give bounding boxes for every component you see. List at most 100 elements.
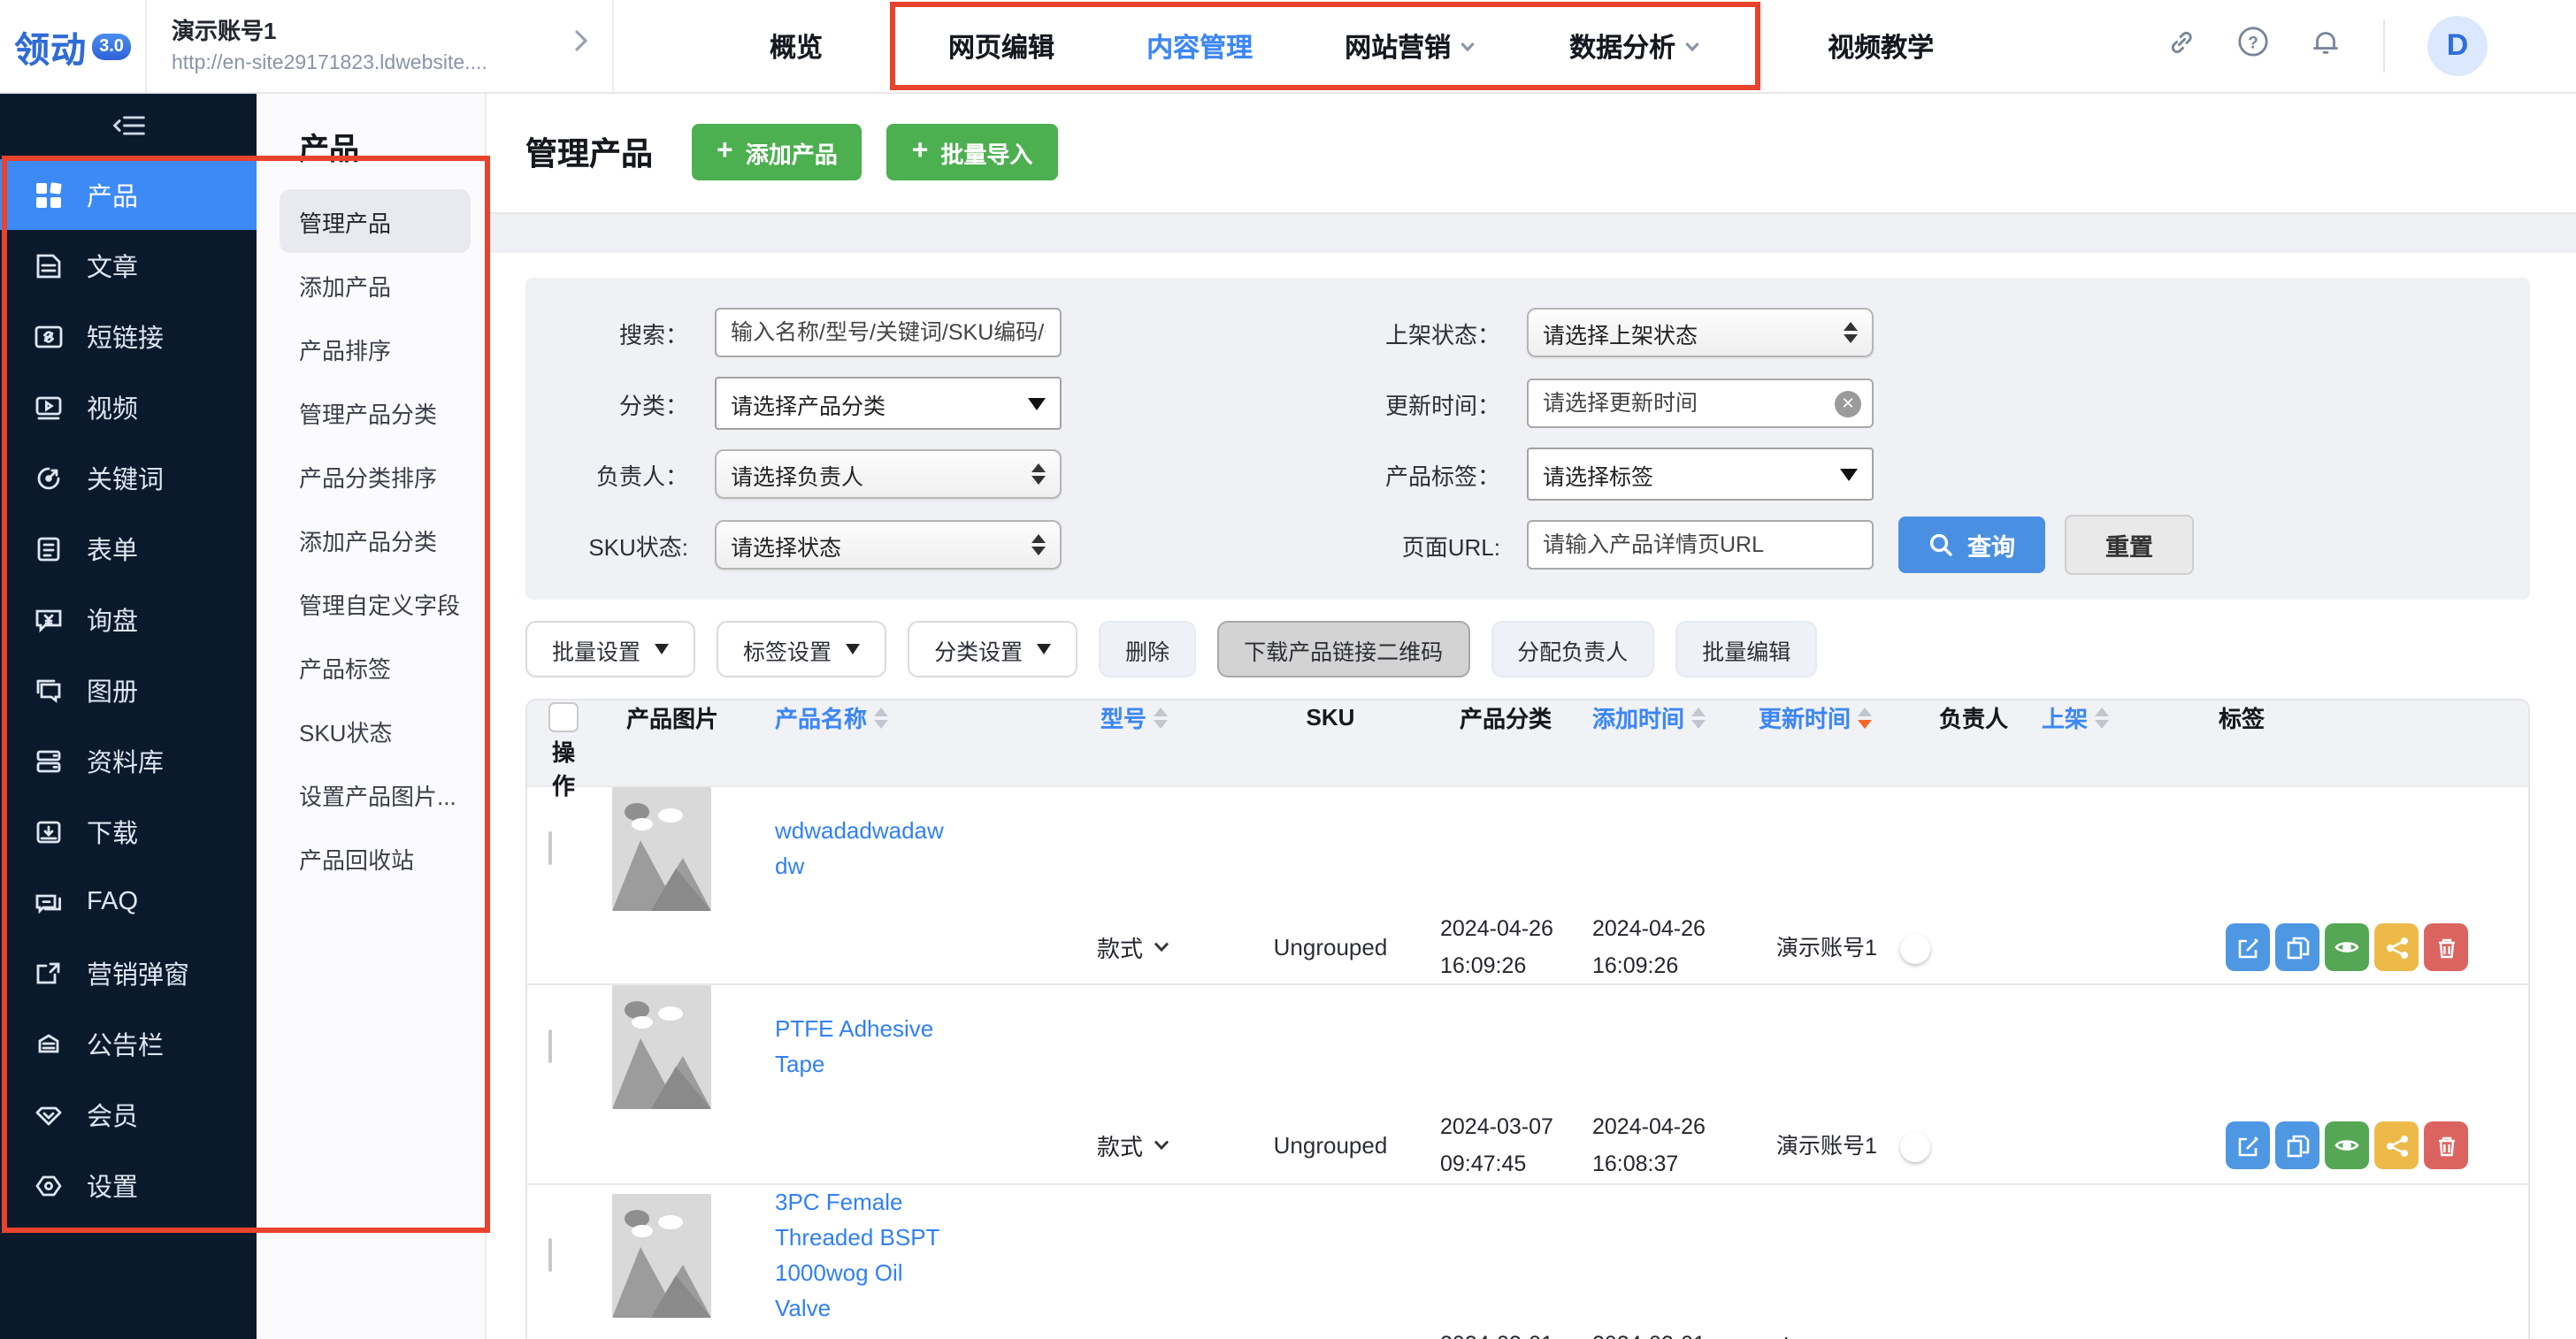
product-image[interactable] — [612, 986, 711, 1110]
copy-button[interactable] — [2275, 1122, 2319, 1170]
account-switcher[interactable]: 演示账号1 http://en-site29171823.ldwebsite..… — [147, 0, 614, 92]
nav-site-marketing[interactable]: 网站营销 — [1299, 27, 1523, 65]
search-input[interactable] — [715, 308, 1062, 357]
sidebar-item-faq[interactable]: FAQ — [0, 867, 257, 937]
share-button[interactable] — [2374, 923, 2419, 971]
updated-clock: 16:09:26 — [1592, 953, 1678, 977]
submenu-item-manage-products[interactable]: 管理产品 — [280, 189, 471, 253]
submenu-item-category-sort[interactable]: 产品分类排序 — [257, 444, 485, 508]
edit-button[interactable] — [2226, 923, 2270, 971]
inquiry-icon — [34, 604, 64, 634]
submenu-item-recycle-bin[interactable]: 产品回收站 — [257, 826, 485, 890]
nav-video-tutorials[interactable]: 视频教学 — [1785, 27, 1976, 65]
product-image[interactable] — [612, 787, 711, 911]
help-icon[interactable]: ? — [2236, 25, 2270, 67]
column-header-shelf[interactable]: 上架 — [2020, 700, 2201, 734]
preview-button[interactable] — [2325, 1122, 2369, 1170]
product-name-link[interactable]: 3PC Female Threaded BSPT 1000wog Oil Val… — [754, 1184, 948, 1327]
sidebar-item-forms[interactable]: 表单 — [0, 513, 257, 584]
column-header-model[interactable]: 型号 — [1037, 700, 1231, 734]
sidebar-item-products[interactable]: 产品 — [0, 159, 257, 230]
submenu-item-manage-categories[interactable]: 管理产品分类 — [257, 380, 485, 444]
edit-button[interactable] — [2226, 1122, 2270, 1170]
table-row: PTFE Adhesive Tape 款式 Ungrouped 2024-03-… — [527, 984, 2528, 1183]
submenu-item-add-category[interactable]: 添加产品分类 — [257, 508, 485, 571]
sidebar-item-label: 下载 — [87, 813, 138, 850]
sidebar-item-marketing-popup[interactable]: 营销弹窗 — [0, 937, 257, 1008]
sidebar-item-library[interactable]: 资料库 — [0, 725, 257, 796]
submenu-item-custom-fields[interactable]: 管理自定义字段 — [257, 571, 485, 635]
row-checkbox[interactable] — [548, 831, 552, 865]
sidebar-item-inquiries[interactable]: 询盘 — [0, 584, 257, 654]
submenu-item-product-tags[interactable]: 产品标签 — [257, 635, 485, 699]
update-time-input[interactable] — [1527, 379, 1874, 428]
select-spinner-icon — [1031, 534, 1046, 555]
reset-button[interactable]: 重置 — [2065, 515, 2194, 575]
shelf-status-value: 请选择上架状态 — [1543, 316, 1698, 349]
batch-settings-label: 批量设置 — [552, 632, 640, 666]
submenu-item-product-sort[interactable]: 产品排序 — [257, 317, 485, 380]
sidebar-item-articles[interactable]: 文章 — [0, 230, 257, 301]
sidebar-item-albums[interactable]: 图册 — [0, 654, 257, 725]
sku-dropdown[interactable]: 款式 — [1037, 1129, 1231, 1163]
category-select[interactable]: 请选择产品分类 — [715, 377, 1062, 430]
bulk-import-button[interactable]: + 批量导入 — [887, 124, 1058, 180]
submenu-item-product-images[interactable]: 设置产品图片... — [257, 762, 485, 826]
bulk-edit-button[interactable]: 批量编辑 — [1675, 621, 1817, 677]
clear-icon[interactable]: ✕ — [1835, 391, 1861, 417]
nav-overview[interactable]: 概览 — [727, 27, 865, 65]
product-tag-select[interactable]: 请选择标签 — [1527, 448, 1874, 501]
faq-icon — [34, 887, 64, 917]
column-header-updated[interactable]: 更新时间 — [1748, 700, 1911, 734]
owner-select[interactable]: 请选择负责人 — [715, 449, 1062, 499]
delete-button[interactable]: 删除 — [1099, 621, 1196, 677]
copy-button[interactable] — [2275, 923, 2319, 971]
sidebar-item-label: 会员 — [87, 1096, 138, 1133]
nav-page-editor[interactable]: 网页编辑 — [902, 27, 1100, 65]
select-all-checkbox[interactable] — [548, 702, 579, 732]
product-name-link[interactable]: wdwadadwadawdw — [754, 814, 948, 885]
sidebar-item-members[interactable]: 会员 — [0, 1079, 257, 1150]
submenu-item-sku-status[interactable]: SKU状态 — [257, 699, 485, 762]
sidebar-item-shortlinks[interactable]: 短链接 — [0, 301, 257, 371]
table-header-row: 产品图片 产品名称 型号 SKU 产品分类 添加时间 — [527, 700, 2528, 785]
row-checkbox[interactable] — [548, 1030, 552, 1064]
delete-row-button[interactable] — [2424, 1122, 2468, 1170]
column-header-name[interactable]: 产品名称 — [754, 700, 1037, 734]
delete-row-button[interactable] — [2424, 923, 2468, 971]
shelf-status-select[interactable]: 请选择上架状态 — [1527, 308, 1874, 357]
content-card: 搜索： 上架状态： 请选择上架状态 分类： — [487, 253, 2576, 1339]
column-header-name-label: 产品名称 — [775, 700, 867, 734]
preview-button[interactable] — [2325, 923, 2369, 971]
add-product-button[interactable]: + 添加产品 — [692, 124, 862, 180]
download-qr-button[interactable]: 下载产品链接二维码 — [1217, 621, 1469, 677]
tag-settings-button[interactable]: 标签设置 — [717, 621, 886, 677]
sidebar-item-settings[interactable]: 设置 — [0, 1150, 257, 1220]
sidebar-item-keywords[interactable]: 关键词 — [0, 442, 257, 513]
app-root: 领动 3.0 演示账号1 http://en-site29171823.ldwe… — [0, 0, 2576, 1339]
sku-status-value: 请选择状态 — [731, 528, 841, 562]
added-time: 2024-03-07 09:47:45 — [1430, 1110, 1582, 1183]
avatar[interactable]: D — [2427, 16, 2488, 76]
row-checkbox[interactable] — [548, 1238, 552, 1272]
batch-settings-button[interactable]: 批量设置 — [525, 621, 695, 677]
page-url-input[interactable] — [1527, 520, 1874, 570]
product-image[interactable] — [612, 1194, 711, 1318]
product-name-link[interactable]: PTFE Adhesive Tape — [754, 1012, 948, 1083]
assign-owner-button[interactable]: 分配负责人 — [1491, 621, 1654, 677]
sidebar-collapse-button[interactable] — [0, 92, 257, 159]
sku-status-select[interactable]: 请选择状态 — [715, 520, 1062, 570]
link-icon[interactable] — [2166, 26, 2197, 66]
share-button[interactable] — [2374, 1122, 2419, 1170]
sidebar-item-downloads[interactable]: 下载 — [0, 796, 257, 867]
bell-icon[interactable] — [2309, 25, 2342, 67]
column-header-added[interactable]: 添加时间 — [1582, 700, 1748, 734]
sku-dropdown[interactable]: 款式 — [1037, 930, 1231, 964]
category-settings-button[interactable]: 分类设置 — [908, 621, 1077, 677]
sidebar-item-videos[interactable]: 视频 — [0, 371, 257, 442]
submenu-item-add-product[interactable]: 添加产品 — [257, 253, 485, 317]
nav-data-analysis[interactable]: 数据分析 — [1523, 27, 1748, 65]
query-button[interactable]: 查询 — [1898, 516, 2045, 573]
nav-content-management[interactable]: 内容管理 — [1100, 27, 1299, 65]
sidebar-item-notice-board[interactable]: 公告栏 — [0, 1008, 257, 1079]
